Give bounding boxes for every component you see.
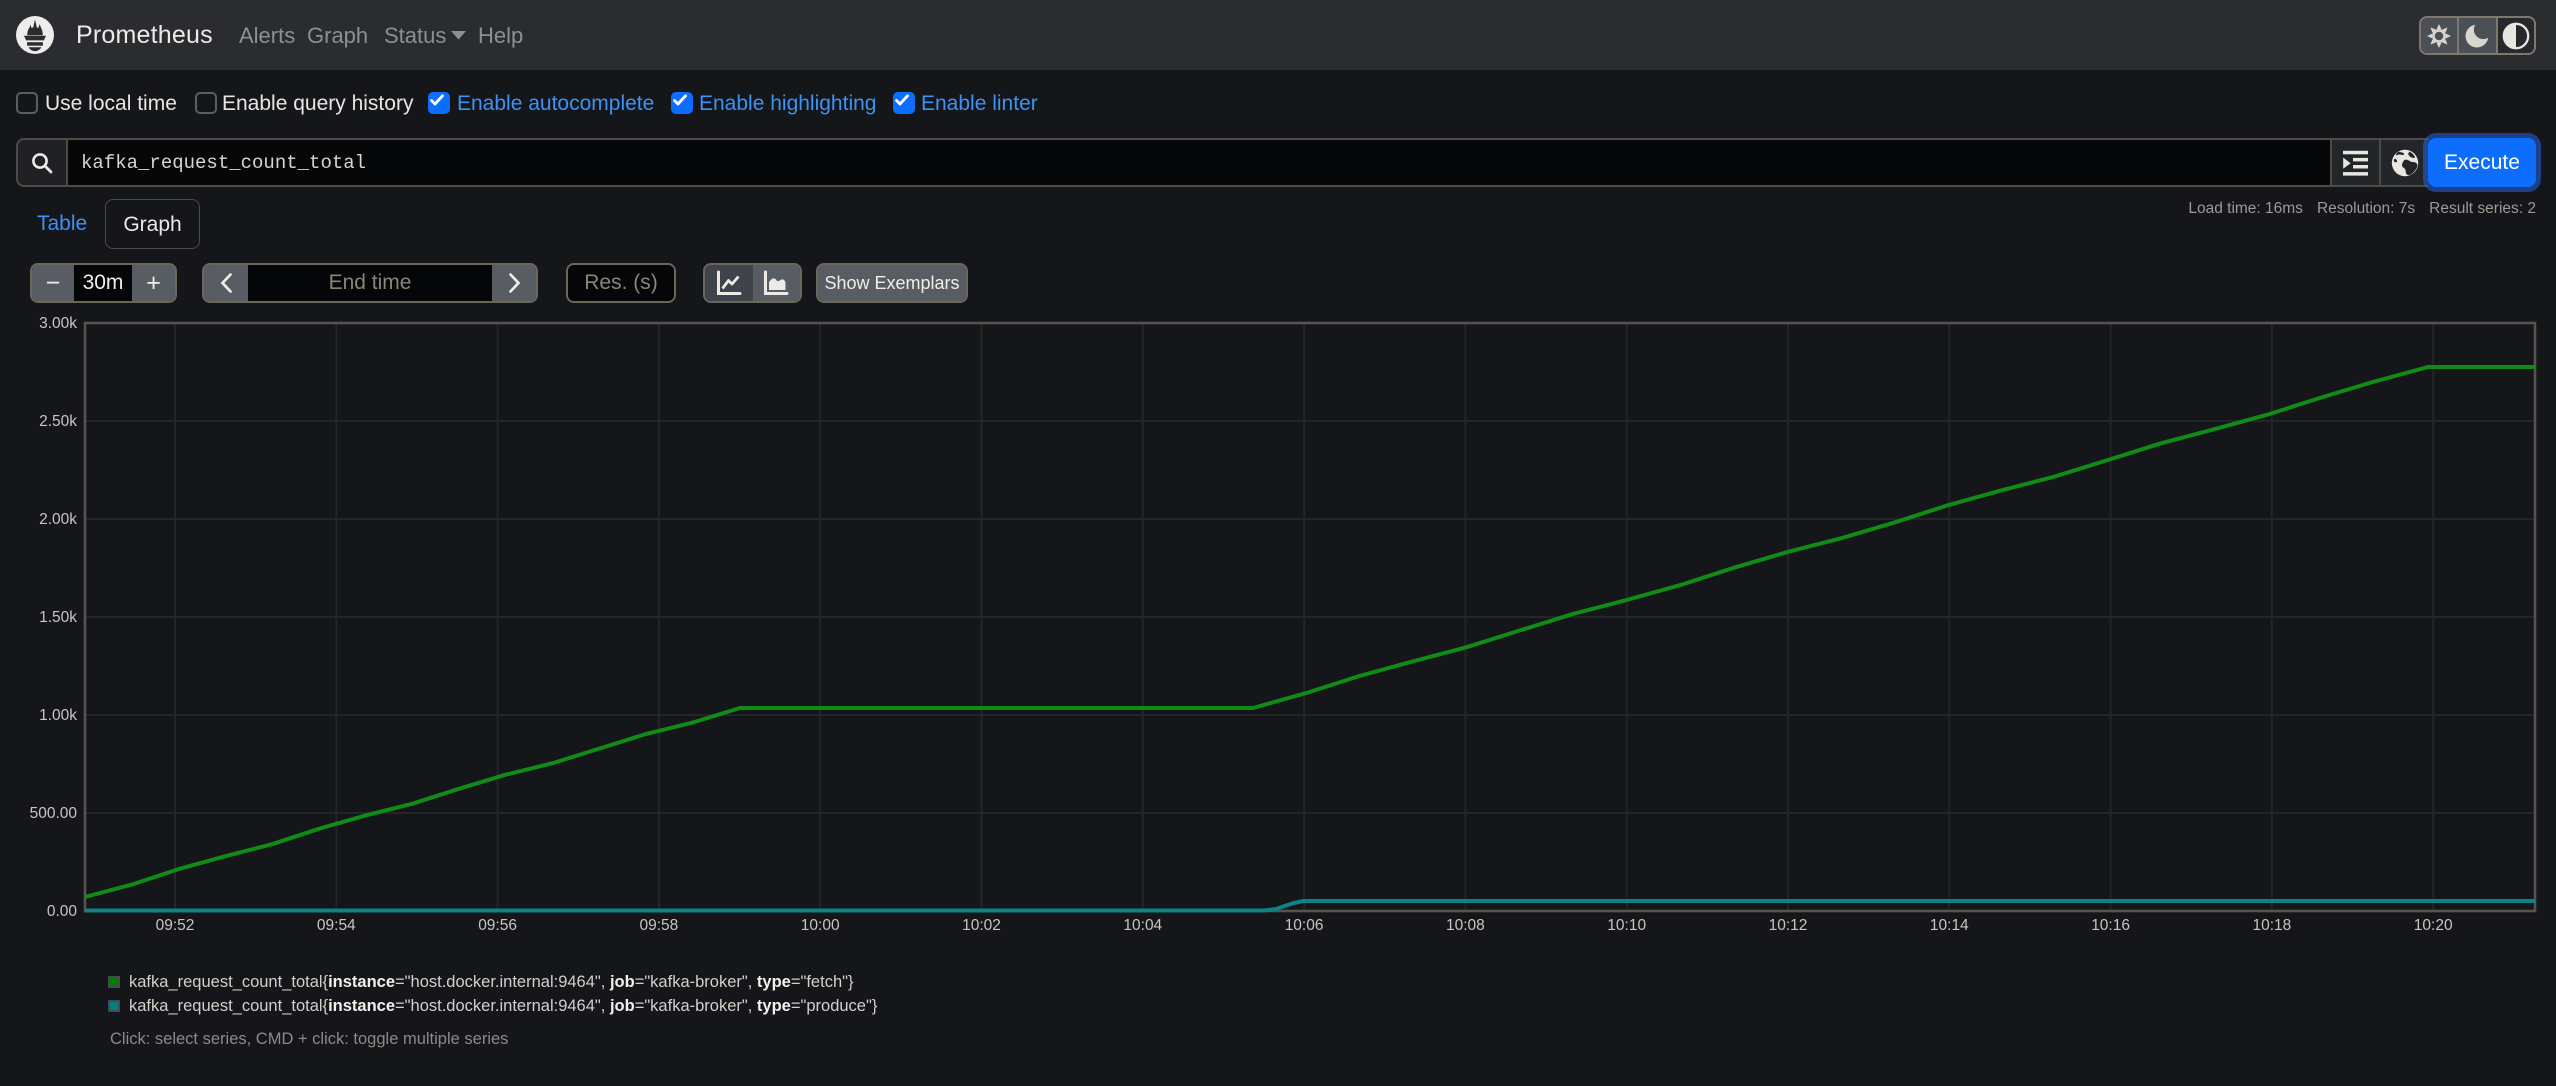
svg-text:3.00k: 3.00k — [39, 315, 77, 332]
svg-text:09:54: 09:54 — [317, 917, 356, 934]
svg-text:10:20: 10:20 — [2414, 917, 2453, 934]
svg-text:10:16: 10:16 — [2091, 917, 2130, 934]
svg-text:1.50k: 1.50k — [39, 609, 77, 626]
svg-text:10:06: 10:06 — [1285, 917, 1324, 934]
svg-text:2.50k: 2.50k — [39, 413, 77, 430]
svg-text:09:56: 09:56 — [478, 917, 517, 934]
svg-text:10:02: 10:02 — [962, 917, 1001, 934]
svg-text:10:00: 10:00 — [801, 917, 840, 934]
svg-text:500.00: 500.00 — [30, 805, 78, 822]
svg-text:1.00k: 1.00k — [39, 707, 77, 724]
svg-text:09:58: 09:58 — [640, 917, 679, 934]
svg-text:09:52: 09:52 — [156, 917, 195, 934]
svg-text:10:14: 10:14 — [1930, 917, 1969, 934]
svg-text:10:10: 10:10 — [1607, 917, 1646, 934]
svg-text:10:18: 10:18 — [2253, 917, 2292, 934]
svg-text:2.00k: 2.00k — [39, 511, 77, 528]
svg-text:10:04: 10:04 — [1123, 917, 1162, 934]
svg-text:10:08: 10:08 — [1446, 917, 1485, 934]
svg-text:10:12: 10:12 — [1769, 917, 1808, 934]
svg-text:0.00: 0.00 — [47, 903, 78, 920]
